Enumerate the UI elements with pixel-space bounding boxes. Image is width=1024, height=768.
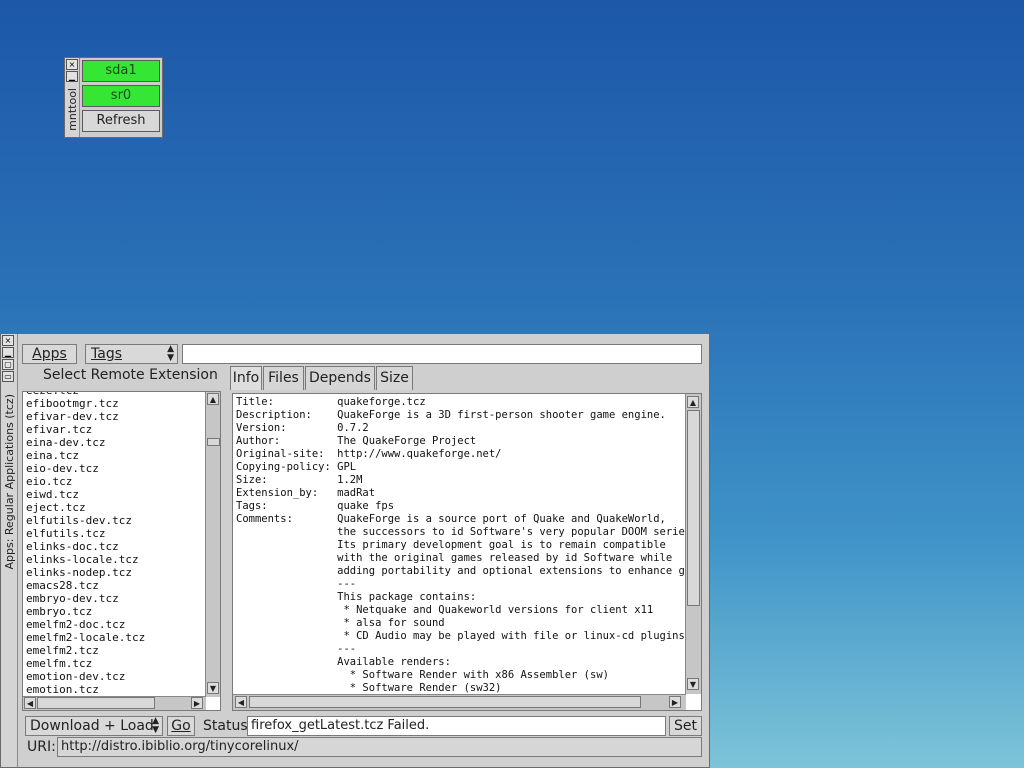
list-item[interactable]: efivar-dev.tcz [26,410,145,423]
apps-menu-button[interactable]: Apps [22,344,77,364]
status-label: Status [203,718,248,734]
tags-select[interactable]: Tags ▲ ▼ [85,344,178,364]
tab-depends[interactable]: Depends [305,366,375,390]
list-hscroll-thumb[interactable] [37,697,155,709]
scroll-down-icon[interactable]: ▼ [207,682,219,694]
tab-size[interactable]: Size [376,366,413,390]
list-item[interactable]: emelfm.tcz [26,657,145,670]
extension-list[interactable]: eeze.tczefibootmgr.tczefivar-dev.tczefiv… [22,391,221,711]
maximize-icon[interactable]: ▢ [2,359,14,370]
install-mode-value: Download + Load [30,718,154,734]
scroll-left-icon[interactable]: ◀ [235,696,247,708]
list-scroll-thumb[interactable] [207,438,220,446]
scroll-left-icon[interactable]: ◀ [24,697,36,709]
info-horizontal-scrollbar[interactable]: ◀ ▶ [233,694,686,710]
minimize-icon[interactable]: ▁ [2,347,14,358]
updown-arrow-icon: ▲ ▼ [152,716,159,735]
list-item[interactable]: efibootmgr.tcz [26,397,145,410]
list-item[interactable]: elinks-nodep.tcz [26,566,145,579]
list-item[interactable]: emacs28.tcz [26,579,145,592]
list-horizontal-scrollbar[interactable]: ◀ ▶ [23,696,206,710]
mount-sda1-button[interactable]: sda1 [82,60,160,82]
list-item[interactable]: emelfm2-locale.tcz [26,631,145,644]
close-icon[interactable]: × [2,335,14,346]
list-item[interactable]: emotion.tcz [26,683,145,696]
list-item[interactable]: eiwd.tcz [26,488,145,501]
mount-tool-title: mnttool [66,88,79,131]
tab-files[interactable]: Files [263,366,304,390]
refresh-button[interactable]: Refresh [82,110,160,132]
status-field: firefox_getLatest.tcz Failed. [247,716,666,736]
list-item[interactable]: efivar.tcz [26,423,145,436]
scroll-down-icon[interactable]: ▼ [687,678,699,690]
close-icon[interactable]: × [66,59,78,70]
search-input[interactable] [182,344,702,364]
list-item[interactable]: embryo.tcz [26,605,145,618]
info-scroll-thumb[interactable] [687,410,700,606]
list-item[interactable]: elfutils-dev.tcz [26,514,145,527]
scroll-up-icon[interactable]: ▲ [687,396,699,408]
extension-info-text: Title: quakeforge.tcz Description: Quake… [236,396,701,694]
list-item[interactable]: eina.tcz [26,449,145,462]
apps-window-title: Apps: Regular Applications (tcz) [3,394,16,570]
set-button[interactable]: Set [669,716,702,736]
extension-list-items: eeze.tczefibootmgr.tczefivar-dev.tczefiv… [26,392,145,696]
info-hscroll-thumb[interactable] [249,696,641,708]
restore-icon[interactable]: ▭ [2,371,14,382]
apps-window-titlebar[interactable]: × ▁ ▢ ▭ Apps: Regular Applications (tcz) [1,334,18,767]
list-item[interactable]: elinks-locale.tcz [26,553,145,566]
scroll-right-icon[interactable]: ▶ [669,696,681,708]
go-button[interactable]: Go [167,716,195,736]
list-item[interactable]: eio-dev.tcz [26,462,145,475]
uri-label: URI: [27,739,56,755]
apps-window: × ▁ ▢ ▭ Apps: Regular Applications (tcz)… [0,333,710,768]
updown-arrow-icon: ▲ ▼ [167,344,174,363]
mount-tool-titlebar[interactable]: × ▁ mnttool [65,58,80,137]
list-item[interactable]: emelfm2-doc.tcz [26,618,145,631]
mount-tool-window: × ▁ mnttool sda1 sr0 Refresh [64,57,163,138]
scroll-right-icon[interactable]: ▶ [191,697,203,709]
list-header: Select Remote Extension [43,367,218,383]
list-item[interactable]: eina-dev.tcz [26,436,145,449]
list-item[interactable]: emotion-dev.tcz [26,670,145,683]
list-item[interactable]: emelfm2.tcz [26,644,145,657]
list-item[interactable]: eio.tcz [26,475,145,488]
info-pane[interactable]: Title: quakeforge.tcz Description: Quake… [232,393,702,711]
list-item[interactable]: elfutils.tcz [26,527,145,540]
list-item[interactable]: eject.tcz [26,501,145,514]
info-vertical-scrollbar[interactable]: ▲ ▼ [685,394,701,694]
list-item[interactable]: embryo-dev.tcz [26,592,145,605]
install-mode-select[interactable]: Download + Load ▲ ▼ [25,716,163,736]
tab-info[interactable]: Info [230,366,262,390]
uri-field[interactable]: http://distro.ibiblio.org/tinycorelinux/ [57,737,702,757]
list-item[interactable]: elinks-doc.tcz [26,540,145,553]
minimize-icon[interactable]: ▁ [66,71,78,82]
tags-select-value: Tags [91,346,122,362]
mount-sr0-button[interactable]: sr0 [82,85,160,107]
list-vertical-scrollbar[interactable]: ▲ ▼ [205,392,220,697]
scroll-up-icon[interactable]: ▲ [207,393,219,405]
